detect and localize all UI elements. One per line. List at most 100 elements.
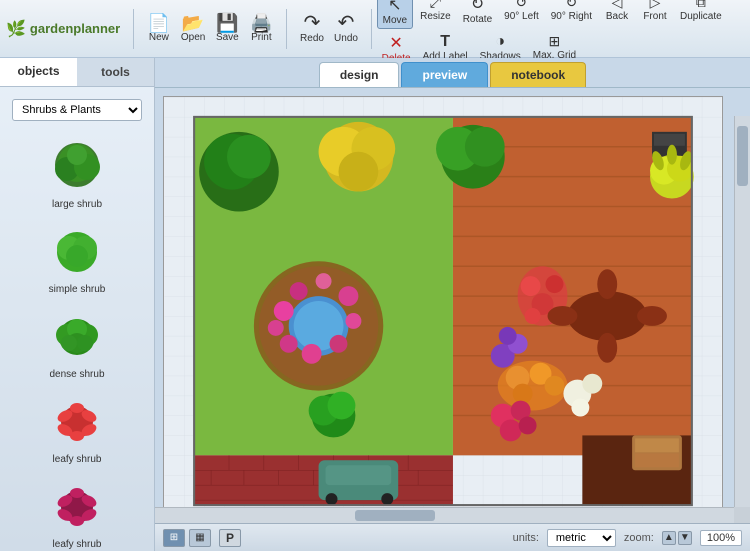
- dense-shrub-label: dense shrub: [49, 369, 104, 380]
- resize-tool[interactable]: ⤢ Resize: [415, 0, 456, 29]
- objects-tab[interactable]: objects: [0, 58, 77, 86]
- redo-icon: ↷: [304, 13, 321, 33]
- rotate-left-tool[interactable]: ↺ 90° Left: [499, 0, 544, 29]
- move-icon: ↖: [388, 0, 401, 15]
- resize-label: Resize: [420, 11, 451, 22]
- save-icon: 💾: [216, 14, 238, 32]
- rotate-right-icon: ↻: [566, 0, 578, 11]
- front-label: Front: [643, 11, 666, 22]
- large-shrub-icon: [47, 137, 107, 197]
- rotate-label: Rotate: [463, 14, 492, 25]
- leafy-shrub-pink-label: leafy shrub: [53, 539, 102, 550]
- notebook-tab[interactable]: notebook: [490, 62, 586, 87]
- undo-button[interactable]: ↶ Undo: [330, 11, 362, 46]
- toolbar: 🌿 gardenplanner 📄 New 📂 Open 💾 Save 🖨️ P…: [0, 0, 750, 58]
- scroll-corner: [734, 507, 750, 523]
- status-bar: ⊞ ▦ P units: metric imperial zoom: ▲ ▼ 1…: [155, 523, 750, 551]
- redo-button[interactable]: ↷ Redo: [296, 11, 328, 46]
- duplicate-icon: ⧉: [696, 0, 706, 11]
- move-label: Move: [383, 15, 407, 26]
- simple-shrub-icon: [47, 222, 107, 282]
- tool-buttons: ↖ Move ⤢ Resize ↻ Rotate ↺ 90° Left ↻ 90…: [377, 0, 744, 66]
- category-dropdown[interactable]: Shrubs & Plants Trees Flowers Groundcove…: [12, 99, 142, 121]
- simple-shrub-item[interactable]: simple shrub: [4, 218, 150, 299]
- dense-shrub-icon: [47, 307, 107, 367]
- left-panel: objects tools Shrubs & Plants Trees Flow…: [0, 58, 155, 551]
- preview-tab[interactable]: preview: [401, 62, 488, 87]
- sep-1: [133, 9, 134, 49]
- leafy-shrub-red-label: leafy shrub: [53, 454, 102, 465]
- zoom-controls: ▲ ▼: [662, 531, 692, 545]
- file-buttons: 📄 New 📂 Open 💾 Save 🖨️ Print: [139, 12, 281, 45]
- simple-shrub-label: simple shrub: [49, 284, 106, 295]
- canvas-container: [155, 88, 750, 523]
- print-label: Print: [251, 32, 272, 43]
- move-tool[interactable]: ↖ Move: [377, 0, 413, 29]
- duplicate-tool[interactable]: ⧉ Duplicate: [675, 0, 727, 29]
- panel-tabs: objects tools: [0, 58, 154, 87]
- garden-canvas[interactable]: [163, 96, 723, 523]
- horizontal-scrollbar[interactable]: [155, 507, 734, 523]
- add-label-icon: T: [440, 33, 450, 51]
- shadows-icon: ◑: [495, 33, 505, 51]
- back-icon: ◁: [612, 0, 623, 11]
- view-tabs: design preview notebook: [155, 58, 750, 88]
- sep-3: [371, 9, 372, 49]
- back-label: Back: [606, 11, 628, 22]
- zoom-label: zoom:: [624, 532, 654, 544]
- rotate-right-label: 90° Right: [551, 11, 592, 22]
- redo-label: Redo: [300, 33, 324, 44]
- right-area: design preview notebook: [155, 58, 750, 551]
- dense-shrub-item[interactable]: dense shrub: [4, 303, 150, 384]
- app-logo: 🌿 gardenplanner: [6, 19, 120, 39]
- edit-buttons: ↷ Redo ↶ Undo: [292, 11, 366, 46]
- zoom-in-button[interactable]: ▲: [662, 531, 676, 545]
- leafy-shrub-red-item[interactable]: leafy shrub: [4, 388, 150, 469]
- plant-list: large shrub simple shrub: [0, 129, 154, 551]
- tools-tab[interactable]: tools: [77, 58, 154, 86]
- front-tool[interactable]: ▷ Front: [637, 0, 673, 29]
- category-dropdown-container: Shrubs & Plants Trees Flowers Groundcove…: [6, 93, 148, 125]
- print-preview-button[interactable]: P: [219, 529, 241, 547]
- new-label: New: [149, 32, 169, 43]
- horizontal-scroll-thumb[interactable]: [355, 510, 435, 521]
- units-label: units:: [513, 532, 539, 544]
- rotate-tool[interactable]: ↻ Rotate: [458, 0, 497, 29]
- grid-view-icon[interactable]: ⊞: [163, 529, 185, 547]
- logo-icon: 🌿: [6, 19, 26, 39]
- rotate-left-label: 90° Left: [504, 11, 539, 22]
- rotate-icon: ↻: [471, 0, 484, 14]
- back-tool[interactable]: ◁ Back: [599, 0, 635, 29]
- vertical-scroll-thumb[interactable]: [737, 126, 748, 186]
- leafy-shrub-pink-icon: [47, 477, 107, 537]
- leafy-shrub-pink-item[interactable]: leafy shrub: [4, 473, 150, 551]
- rotate-left-icon: ↺: [516, 0, 528, 11]
- rotate-right-tool[interactable]: ↻ 90° Right: [546, 0, 597, 29]
- save-button[interactable]: 💾 Save: [211, 12, 243, 45]
- view-icon-group: ⊞ ▦: [163, 529, 211, 547]
- sep-2: [286, 9, 287, 49]
- undo-label: Undo: [334, 33, 358, 44]
- print-button[interactable]: 🖨️ Print: [245, 12, 277, 45]
- zoom-value: 100%: [700, 530, 742, 546]
- garden-svg: [164, 97, 722, 523]
- resize-icon: ⤢: [430, 0, 441, 11]
- vertical-scrollbar[interactable]: [734, 116, 750, 507]
- print-icon: 🖨️: [250, 14, 272, 32]
- list-view-icon[interactable]: ▦: [189, 529, 211, 547]
- open-button[interactable]: 📂 Open: [177, 12, 209, 45]
- new-button[interactable]: 📄 New: [143, 12, 175, 45]
- open-icon: 📂: [182, 14, 204, 32]
- large-shrub-label: large shrub: [52, 199, 102, 210]
- large-shrub-item[interactable]: large shrub: [4, 133, 150, 214]
- leafy-shrub-red-icon: [47, 392, 107, 452]
- units-select[interactable]: metric imperial: [547, 529, 616, 547]
- new-icon: 📄: [148, 14, 170, 32]
- open-label: Open: [181, 32, 205, 43]
- design-tab[interactable]: design: [319, 62, 400, 87]
- undo-icon: ↶: [338, 13, 355, 33]
- main-area: objects tools Shrubs & Plants Trees Flow…: [0, 58, 750, 551]
- grid-icon: ⊞: [549, 33, 561, 50]
- zoom-out-button[interactable]: ▼: [678, 531, 692, 545]
- save-label: Save: [216, 32, 239, 43]
